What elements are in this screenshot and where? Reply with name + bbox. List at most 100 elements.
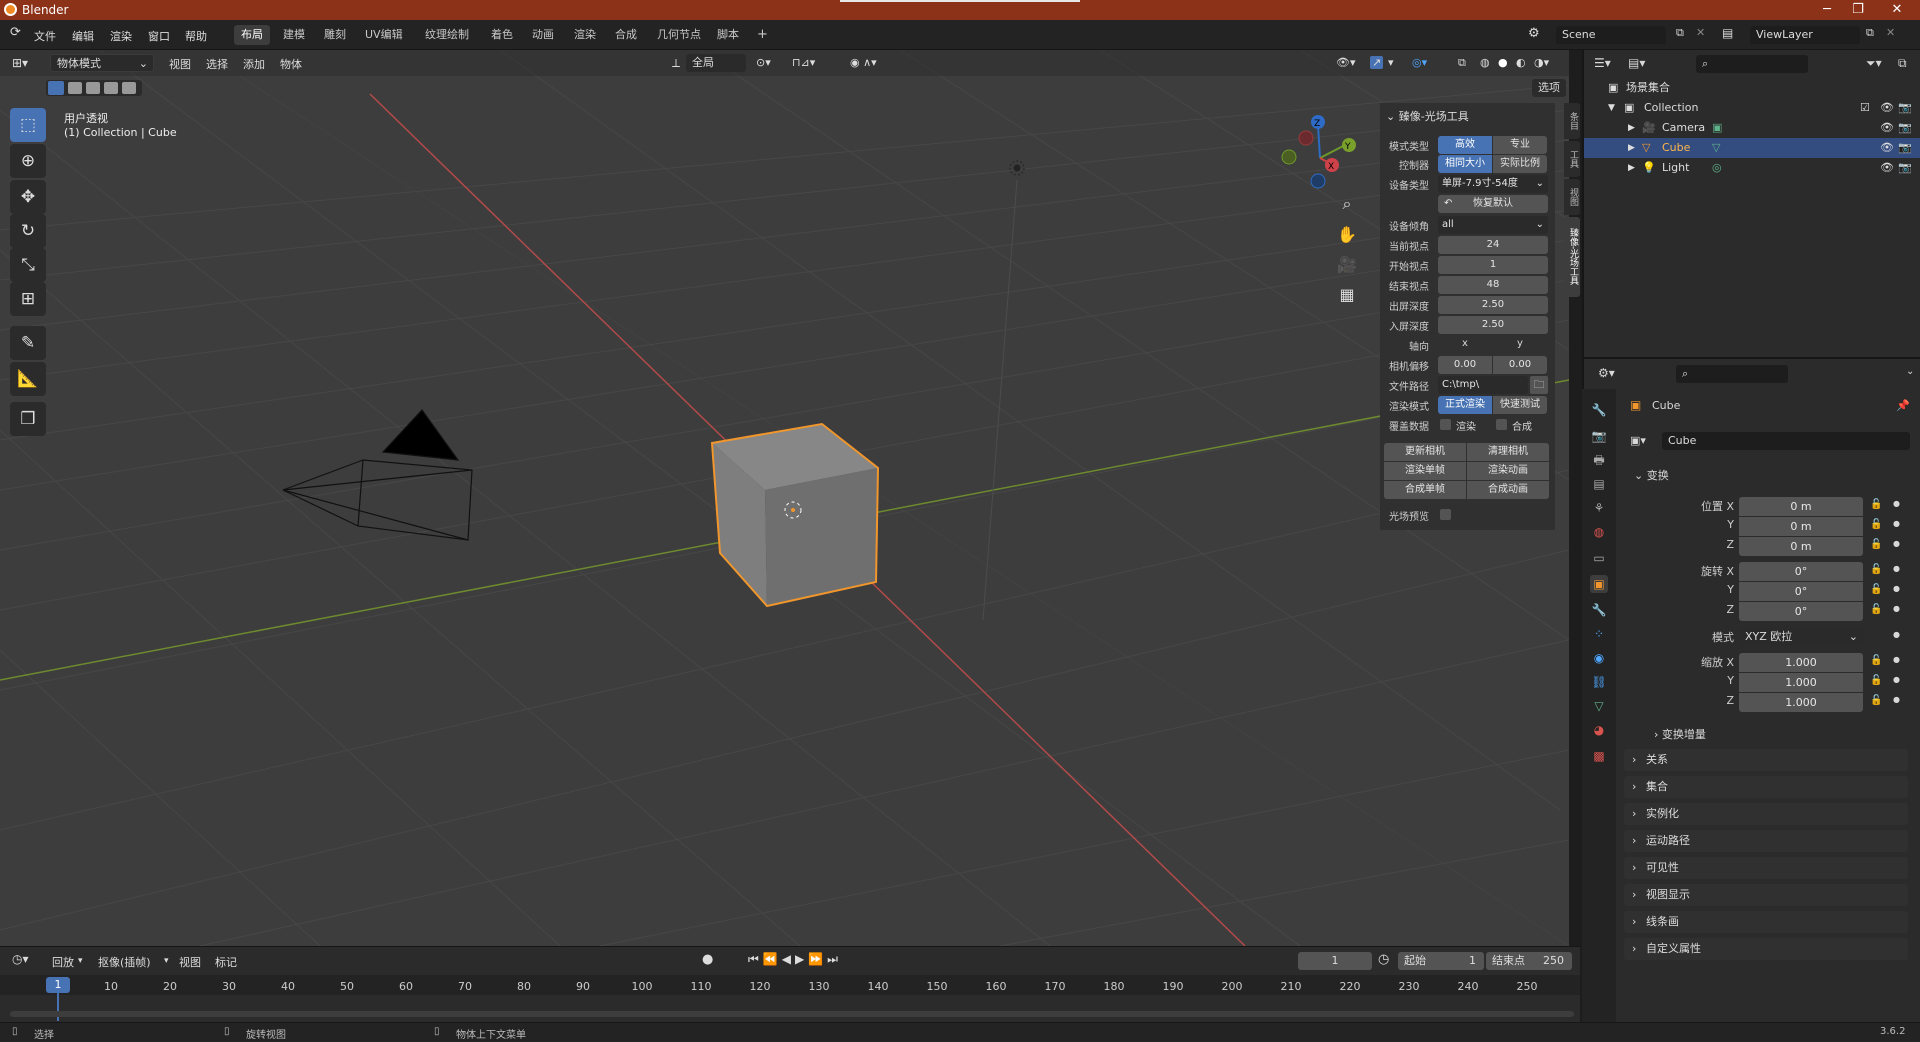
pop-depth-field[interactable]: 2.50 <box>1438 296 1548 314</box>
menu-render[interactable]: 渲染 <box>110 28 132 44</box>
tab-sculpting[interactable]: 雕刻 <box>317 25 353 45</box>
playhead-frame[interactable]: 1 <box>46 977 70 993</box>
end-view-field[interactable]: 48 <box>1438 276 1548 294</box>
mode-pro-button[interactable]: 专业 <box>1493 136 1547 154</box>
file-path-input[interactable]: C:\tmp\ <box>1438 376 1528 394</box>
lock-icon[interactable]: 🔓 <box>1870 604 1882 615</box>
eye-icon[interactable]: 👁 <box>1880 138 1894 158</box>
properties-search-input[interactable]: ⌕ <box>1676 365 1788 383</box>
object-tab-icon[interactable]: ▣ <box>1590 575 1608 593</box>
section-relations[interactable]: › 关系 <box>1624 749 1908 771</box>
outliner-item-camera[interactable]: ▶ 🎥 Camera ▣ 👁 📷 <box>1584 118 1920 138</box>
current-view-field[interactable]: 24 <box>1438 236 1548 254</box>
tab-animation[interactable]: 动画 <box>525 25 561 45</box>
panel-header[interactable]: ⌄ 臻像-光场工具 <box>1386 108 1469 124</box>
lightfield-preview-checkbox[interactable] <box>1440 509 1451 520</box>
expand-arrow-icon[interactable]: ▶ <box>1628 158 1635 178</box>
menu-playback[interactable]: 回放 <box>52 954 74 970</box>
stopwatch-icon[interactable]: ◷ <box>1378 952 1389 967</box>
modifier-tab-icon[interactable]: 🔧 <box>1590 601 1608 619</box>
properties-editor-icon[interactable]: ⚙▾ <box>1598 366 1615 380</box>
gizmo-toggle-icon[interactable]: ↗ <box>1370 56 1384 69</box>
viewlayer-selector[interactable]: ViewLayer <box>1750 26 1860 44</box>
scale-tool-icon[interactable]: ⤡ <box>10 248 46 282</box>
data-tab-icon[interactable]: ▽ <box>1590 697 1608 715</box>
pan-hand-icon[interactable]: ✋ <box>1333 220 1361 248</box>
select-extend-icon[interactable] <box>68 82 82 94</box>
delete-scene-icon[interactable]: ✕ <box>1696 26 1705 39</box>
tab-geometry-nodes[interactable]: 几何节点 <box>650 25 708 45</box>
camera-offset-x-field[interactable]: 0.00 <box>1438 356 1492 374</box>
transform-tool-icon[interactable]: ⊞ <box>10 282 46 316</box>
tab-layout[interactable]: 布局 <box>234 25 270 45</box>
close-button[interactable]: ✕ <box>1874 0 1920 20</box>
rotation-y-field[interactable]: 0° <box>1739 582 1863 601</box>
light-object[interactable] <box>1009 160 1025 176</box>
tab-uv-editing[interactable]: UV编辑 <box>358 25 410 45</box>
scale-x-field[interactable]: 1.000 <box>1739 653 1863 672</box>
timeline-scrollbar[interactable] <box>10 1011 1574 1017</box>
clear-camera-button[interactable]: 清理相机 <box>1467 443 1549 461</box>
camera-offset-y-field[interactable]: 0.00 <box>1493 356 1547 374</box>
lock-icon[interactable]: 🔓 <box>1870 584 1882 595</box>
outliner-search-input[interactable]: ⌕ <box>1696 55 1808 73</box>
pivot-point-icon[interactable]: ⊙▾ <box>756 56 771 69</box>
view-layer-tab-icon[interactable]: ▤ <box>1590 475 1608 493</box>
tab-shading[interactable]: 着色 <box>484 25 520 45</box>
scale-z-field[interactable]: 1.000 <box>1739 693 1863 712</box>
menu-file[interactable]: 文件 <box>34 28 56 44</box>
tool-tab-icon[interactable]: 🔧 <box>1590 401 1608 419</box>
reset-default-button[interactable]: ↶ 恢复默认 <box>1438 195 1548 213</box>
menu-view[interactable]: 视图 <box>169 56 191 72</box>
folder-icon[interactable]: 🗀 <box>1530 376 1548 394</box>
object-type-icon[interactable]: ▣▾ <box>1630 434 1646 447</box>
start-frame-field[interactable]: 起始 1 <box>1398 952 1484 970</box>
select-subtract-icon[interactable] <box>86 82 100 94</box>
end-frame-field[interactable]: 结束点 250 <box>1486 952 1572 970</box>
tab-lightfield[interactable]: 臻像-光场工具 <box>1564 217 1580 297</box>
camera-view-icon[interactable]: 🎥 <box>1333 250 1361 278</box>
checkbox-icon[interactable]: ☑ <box>1860 98 1870 118</box>
object-name-input[interactable]: Cube <box>1662 432 1910 450</box>
camera-render-icon[interactable]: 📷 <box>1898 98 1912 118</box>
tab-tool[interactable]: 工具 <box>1564 141 1580 177</box>
rendered-shading-icon[interactable]: ◑▾ <box>1534 56 1549 69</box>
expand-arrow-icon[interactable]: ▶ <box>1628 138 1635 158</box>
measure-tool-icon[interactable]: 📐 <box>10 362 46 396</box>
solid-shading-icon[interactable]: ● <box>1498 56 1508 69</box>
tab-compositing[interactable]: 合成 <box>608 25 644 45</box>
expand-arrow-icon[interactable]: ▶ <box>1628 118 1635 138</box>
outliner-item-light[interactable]: ▶ 💡 Light ◎ 👁 📷 <box>1584 158 1920 178</box>
tab-texture-paint[interactable]: 纹理绘制 <box>418 25 476 45</box>
collection-row[interactable]: ▼ ▣ Collection ☑ 👁 📷 <box>1584 98 1920 118</box>
keyframe-dot-icon[interactable]: ● <box>1893 539 1900 548</box>
chevron-down-icon[interactable]: ⌄ <box>1906 366 1914 377</box>
move-tool-icon[interactable]: ✥ <box>10 180 46 214</box>
outliner-item-cube[interactable]: ▶ ▽ Cube ▽ 👁 📷 <box>1584 138 1920 158</box>
constraints-tab-icon[interactable]: ⛓ <box>1590 673 1608 691</box>
keyframe-dot-icon[interactable]: ● <box>1893 675 1900 684</box>
xray-icon[interactable]: ⧉ <box>1458 56 1466 70</box>
add-workspace-button[interactable]: + <box>750 25 775 45</box>
eye-icon[interactable]: 👁 <box>1880 98 1894 118</box>
lock-icon[interactable]: 🔓 <box>1870 675 1882 686</box>
eye-icon[interactable]: 👁 <box>1880 158 1894 178</box>
material-shading-icon[interactable]: ◐ <box>1516 56 1526 69</box>
scene-selector[interactable]: Scene <box>1556 26 1666 44</box>
menu-select[interactable]: 选择 <box>206 56 228 72</box>
camera-render-icon[interactable]: 📷 <box>1898 138 1912 158</box>
tab-view[interactable]: 视图 <box>1564 179 1580 215</box>
editor-type-icon[interactable]: ⊞▾ <box>12 56 28 70</box>
location-x-field[interactable]: 0 m <box>1739 497 1863 516</box>
section-motion-paths[interactable]: › 运动路径 <box>1624 830 1908 852</box>
composite-frame-button[interactable]: 合成单帧 <box>1384 481 1466 499</box>
navigation-gizmo[interactable]: Z Y X <box>1281 115 1356 189</box>
rotate-tool-icon[interactable]: ↻ <box>10 214 46 248</box>
current-frame-field[interactable]: 1 <box>1298 952 1372 970</box>
render-frame-button[interactable]: 渲染单帧 <box>1384 462 1466 480</box>
ortho-grid-icon[interactable]: ▦ <box>1333 280 1361 308</box>
tab-item[interactable]: 条目 <box>1564 103 1580 139</box>
menu-help[interactable]: 帮助 <box>185 28 207 44</box>
lock-icon[interactable]: 🔓 <box>1870 655 1882 666</box>
visibility-icon[interactable]: 👁▾ <box>1336 56 1356 69</box>
